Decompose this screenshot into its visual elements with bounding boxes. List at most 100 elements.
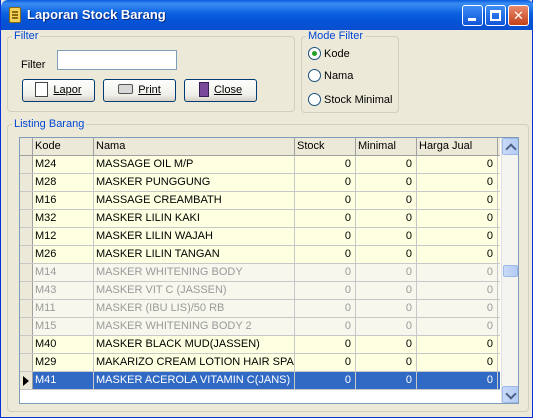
cell-minimal: 0 bbox=[356, 174, 417, 191]
row-indicator[interactable] bbox=[20, 354, 33, 371]
cell-stock: 0 bbox=[295, 174, 356, 191]
maximize-icon bbox=[490, 10, 501, 21]
cell-nama: MASKER VIT C (JASSEN) bbox=[94, 282, 295, 299]
table-row[interactable]: M14 MASKER WHITENING BODY 0 0 0 bbox=[20, 264, 500, 282]
cell-nama: MAKARIZO CREAM LOTION HAIR SPA bbox=[94, 354, 295, 371]
notebook-icon bbox=[9, 7, 21, 23]
cell-stock: 0 bbox=[295, 228, 356, 245]
lapor-button[interactable]: Lapor bbox=[22, 79, 95, 102]
radio-selected-icon bbox=[308, 47, 321, 60]
mode-filter-legend: Mode Filter bbox=[308, 30, 364, 42]
table-row[interactable]: M15 MASKER WHITENING BODY 2000 bbox=[20, 318, 500, 336]
cell-nama: MASKER ACEROLA VITAMIN C(JANS) bbox=[94, 372, 295, 389]
filter-input[interactable] bbox=[57, 50, 177, 70]
table-row[interactable]: M16 MASSAGE CREAMBATH 0 0 0 bbox=[20, 192, 500, 210]
column-header-harga-jual[interactable]: Harga Jual bbox=[417, 138, 498, 155]
printer-icon bbox=[118, 84, 134, 95]
print-button[interactable]: Print bbox=[103, 79, 176, 102]
table-row[interactable]: M26 MASKER LILIN TANGAN 0 0 0 bbox=[20, 246, 500, 264]
row-indicator[interactable] bbox=[20, 228, 33, 245]
cell-nama: MASKER PUNGGUNG bbox=[94, 174, 295, 191]
report-magnifier-icon bbox=[35, 81, 49, 97]
scroll-thumb[interactable] bbox=[503, 265, 518, 277]
row-indicator[interactable] bbox=[20, 372, 33, 389]
cell-harga-jual: 0 bbox=[417, 228, 498, 245]
row-indicator[interactable] bbox=[20, 300, 33, 317]
cell-nama: MASKER LILIN TANGAN bbox=[94, 246, 295, 263]
cell-stock: 0 bbox=[295, 318, 356, 335]
close-button[interactable]: Close bbox=[184, 79, 257, 102]
radio-stock-minimal[interactable]: Stock Minimal bbox=[308, 93, 392, 106]
cell-minimal: 0 bbox=[356, 246, 417, 263]
row-indicator[interactable] bbox=[20, 282, 33, 299]
table-row[interactable]: M29 MAKARIZO CREAM LOTION HAIR SPA 0 0 0 bbox=[20, 354, 500, 372]
cell-nama: MASKER WHITENING BODY 2 bbox=[94, 318, 295, 335]
door-exit-icon bbox=[198, 81, 209, 97]
window-close-button[interactable]: ✕ bbox=[508, 5, 529, 26]
window-title: Laporan Stock Barang bbox=[27, 7, 166, 22]
cell-nama: MASKER BLACK MUD(JASSEN) bbox=[94, 336, 295, 353]
cell-nama: MASSAGE OIL M/P bbox=[94, 156, 295, 173]
cell-harga-jual: 0 bbox=[417, 246, 498, 263]
table-row[interactable]: M24 MASSAGE OIL M/P 0 0 0 bbox=[20, 156, 500, 174]
cell-kode: M41 bbox=[33, 372, 94, 389]
maximize-button[interactable] bbox=[485, 5, 506, 26]
column-header-nama[interactable]: Nama bbox=[94, 138, 295, 155]
row-indicator[interactable] bbox=[20, 246, 33, 263]
table-row[interactable]: M40 MASKER BLACK MUD(JASSEN) 0 0 0 bbox=[20, 336, 500, 354]
stock-grid[interactable]: Kode Nama Stock Minimal Harga Jual M24 MA… bbox=[19, 137, 519, 404]
cell-kode: M40 bbox=[33, 336, 94, 353]
radio-nama[interactable]: Nama bbox=[308, 69, 353, 82]
column-header-stock[interactable]: Stock bbox=[295, 138, 356, 155]
cell-nama: MASKER LILIN WAJAH bbox=[94, 228, 295, 245]
cell-nama: MASSAGE CREAMBATH bbox=[94, 192, 295, 209]
row-indicator[interactable] bbox=[20, 336, 33, 353]
cell-kode: M29 bbox=[33, 354, 94, 371]
radio-kode[interactable]: Kode bbox=[308, 47, 350, 60]
cell-harga-jual: 0 bbox=[417, 318, 498, 335]
cell-stock: 0 bbox=[295, 246, 356, 263]
row-indicator[interactable] bbox=[20, 210, 33, 227]
row-indicator[interactable] bbox=[20, 174, 33, 191]
cell-stock: 0 bbox=[295, 372, 356, 389]
grid-header: Kode Nama Stock Minimal Harga Jual bbox=[20, 138, 500, 156]
cell-harga-jual: 0 bbox=[417, 300, 498, 317]
cell-harga-jual: 0 bbox=[417, 372, 498, 389]
cell-minimal: 0 bbox=[356, 318, 417, 335]
cell-minimal: 0 bbox=[356, 156, 417, 173]
vertical-scrollbar[interactable] bbox=[501, 138, 518, 403]
scroll-up-arrow-icon[interactable] bbox=[502, 138, 518, 155]
scroll-down-arrow-icon[interactable] bbox=[502, 386, 518, 403]
cell-minimal: 0 bbox=[356, 282, 417, 299]
row-indicator[interactable] bbox=[20, 264, 33, 281]
cell-stock: 0 bbox=[295, 300, 356, 317]
table-row[interactable]: M41 MASKER ACEROLA VITAMIN C(JANS) 0 0 0 bbox=[20, 372, 500, 390]
column-header-minimal[interactable]: Minimal bbox=[356, 138, 417, 155]
table-row[interactable]: M12 MASKER LILIN WAJAH 0 0 0 bbox=[20, 228, 500, 246]
title-bar[interactable]: Laporan Stock Barang ✕ bbox=[1, 0, 533, 30]
cell-stock: 0 bbox=[295, 264, 356, 281]
close-icon: ✕ bbox=[513, 8, 524, 23]
cell-nama: MASKER (IBU LIS)/50 RB bbox=[94, 300, 295, 317]
cell-kode: M43 bbox=[33, 282, 94, 299]
minimize-button[interactable] bbox=[462, 5, 483, 26]
cell-kode: M11 bbox=[33, 300, 94, 317]
row-indicator[interactable] bbox=[20, 192, 33, 209]
table-row[interactable]: M28 MASKER PUNGGUNG 0 0 0 bbox=[20, 174, 500, 192]
radio-unselected-icon bbox=[308, 93, 321, 106]
column-header-kode[interactable]: Kode bbox=[33, 138, 94, 155]
radio-unselected-icon bbox=[308, 69, 321, 82]
cell-stock: 0 bbox=[295, 156, 356, 173]
row-indicator[interactable] bbox=[20, 156, 33, 173]
cell-harga-jual: 0 bbox=[417, 210, 498, 227]
table-row[interactable]: M43 MASKER VIT C (JASSEN) 0 0 0 bbox=[20, 282, 500, 300]
cell-harga-jual: 0 bbox=[417, 354, 498, 371]
row-indicator[interactable] bbox=[20, 318, 33, 335]
cell-harga-jual: 0 bbox=[417, 336, 498, 353]
cell-minimal: 0 bbox=[356, 336, 417, 353]
cell-kode: M15 bbox=[33, 318, 94, 335]
table-row[interactable]: M32 MASKER LILIN KAKI 0 0 0 bbox=[20, 210, 500, 228]
lapor-button-label: Lapor bbox=[53, 84, 82, 96]
cell-minimal: 0 bbox=[356, 210, 417, 227]
table-row[interactable]: M11 MASKER (IBU LIS)/50 RB 0 0 0 bbox=[20, 300, 500, 318]
